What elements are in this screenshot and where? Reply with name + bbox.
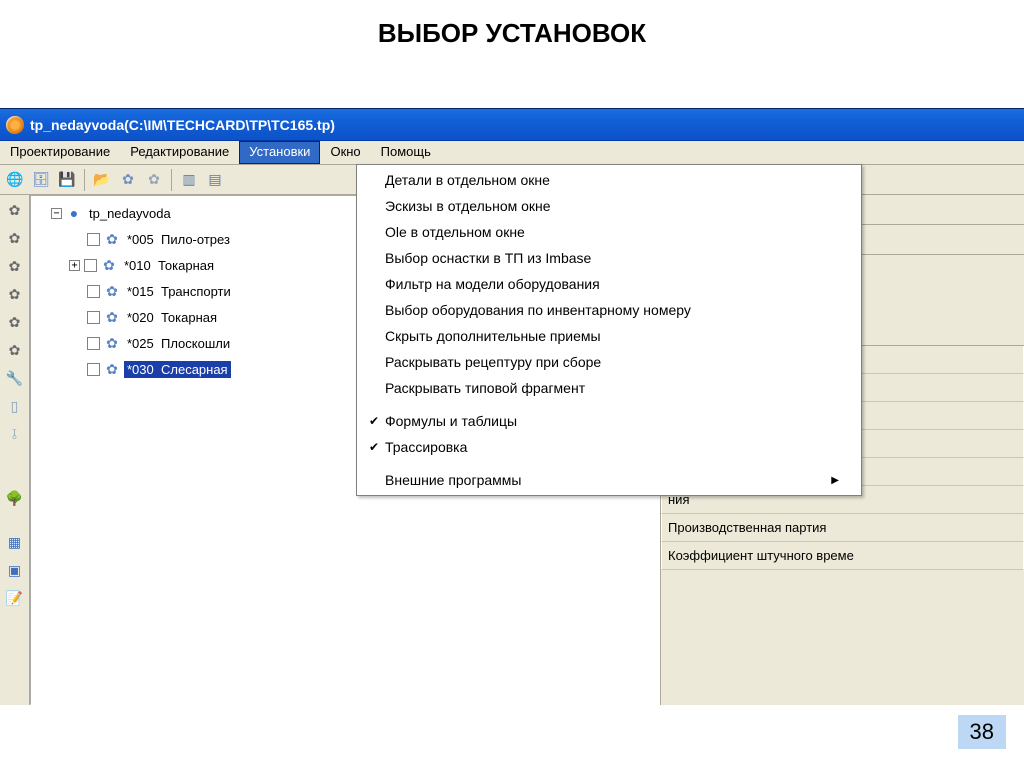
dd-equipment-filter[interactable]: Фильтр на модели оборудования	[357, 271, 861, 297]
tree-item-label[interactable]: *005 Пило-отрез	[124, 231, 233, 248]
tree-item-label-selected[interactable]: *030 Слесарная	[124, 361, 231, 378]
page-number: 38	[958, 715, 1006, 749]
menu-window[interactable]: Окно	[320, 141, 370, 164]
side-spacer	[4, 451, 26, 481]
collapse-icon[interactable]: −	[51, 208, 62, 219]
checkbox[interactable]	[87, 233, 100, 246]
tree-item-label[interactable]: *010 Токарная	[121, 257, 217, 274]
expand-icon[interactable]: +	[69, 260, 80, 271]
dd-sketches-window[interactable]: Эскизы в отдельном окне	[357, 193, 861, 219]
gear-icon: ✿	[104, 335, 120, 351]
dd-hide-extra[interactable]: Скрыть дополнительные приемы	[357, 323, 861, 349]
menu-separator	[359, 404, 859, 405]
slide-title: ВЫБОР УСТАНОВОК	[0, 0, 1024, 79]
side-bars-icon[interactable]: ⫱	[4, 423, 26, 445]
tb-globe-icon[interactable]: 🌐	[4, 169, 26, 191]
side-window-icon[interactable]: ▣	[4, 559, 26, 581]
separator	[171, 169, 172, 191]
gear-icon: ✿	[101, 257, 117, 273]
tb-db-icon[interactable]: 🗄	[30, 169, 52, 191]
side-gear4-icon[interactable]: ✿	[4, 283, 26, 305]
checkbox[interactable]	[87, 311, 100, 324]
side-gear3-icon[interactable]: ✿	[4, 255, 26, 277]
dd-equipment-by-inv[interactable]: Выбор оборудования по инвентарному номер…	[357, 297, 861, 323]
check-icon: ✔	[363, 440, 385, 454]
tb-open-icon[interactable]: 📂	[91, 169, 113, 191]
tb-save-icon[interactable]: 💾	[56, 169, 78, 191]
checkbox[interactable]	[87, 285, 100, 298]
side-grid-icon[interactable]: ▦	[4, 531, 26, 553]
globe-icon: ●	[66, 205, 82, 221]
app-icon	[6, 116, 24, 134]
tb-gear-plus-icon[interactable]: ✿	[143, 169, 165, 191]
side-spacer2	[4, 515, 26, 525]
tb-panel-icon[interactable]: ▥	[178, 169, 200, 191]
menubar: Проектирование Редактирование Установки …	[0, 141, 1024, 165]
dd-trace[interactable]: ✔Трассировка	[357, 434, 861, 460]
dd-expand-fragment[interactable]: Раскрывать типовой фрагмент	[357, 375, 861, 401]
checkbox[interactable]	[84, 259, 97, 272]
side-tool-icon[interactable]: 🔧	[4, 367, 26, 389]
side-gear2-icon[interactable]: ✿	[4, 227, 26, 249]
left-side-toolbar: ✿ ✿ ✿ ✿ ✿ ✿ 🔧 ▯ ⫱ 🌳 ▦ ▣ 📝	[0, 195, 30, 705]
side-tree-icon[interactable]: 🌳	[4, 487, 26, 509]
dd-tooling-imbase[interactable]: Выбор оснастки в ТП из Imbase	[357, 245, 861, 271]
gear-icon: ✿	[104, 309, 120, 325]
dd-details-window[interactable]: Детали в отдельном окне	[357, 167, 861, 193]
gear-icon: ✿	[104, 361, 120, 377]
menu-settings[interactable]: Установки	[239, 141, 320, 164]
side-gear6-icon[interactable]: ✿	[4, 339, 26, 361]
tree-item-label[interactable]: *015 Транспорти	[124, 283, 234, 300]
separator	[84, 169, 85, 191]
tree-item-label[interactable]: *020 Токарная	[124, 309, 220, 326]
tb-gear-extra-icon[interactable]: ✿	[117, 169, 139, 191]
grid-row[interactable]: Производственная партия	[661, 514, 1024, 542]
tree-item-label[interactable]: *025 Плоскошли	[124, 335, 233, 352]
gear-icon: ✿	[104, 231, 120, 247]
settings-dropdown: Детали в отдельном окне Эскизы в отдельн…	[356, 164, 862, 496]
submenu-arrow-icon: ▶	[831, 475, 839, 486]
side-column-icon[interactable]: ▯	[4, 395, 26, 417]
menu-design[interactable]: Проектирование	[0, 141, 120, 164]
grid-row[interactable]: Коэффициент штучного време	[661, 542, 1024, 570]
window-title: tp_nedayvoda(C:\IM\TECHCARD\TP\TC165.tp)	[30, 117, 335, 133]
tree-root-label[interactable]: tp_nedayvoda	[86, 205, 174, 222]
titlebar: tp_nedayvoda(C:\IM\TECHCARD\TP\TC165.tp)	[0, 109, 1024, 141]
gear-icon: ✿	[104, 283, 120, 299]
menu-help[interactable]: Помощь	[371, 141, 441, 164]
side-gear5-icon[interactable]: ✿	[4, 311, 26, 333]
dd-formulas-tables[interactable]: ✔Формулы и таблицы	[357, 408, 861, 434]
side-doc-icon[interactable]: 📝	[4, 587, 26, 609]
side-gear1-icon[interactable]: ✿	[4, 199, 26, 221]
dd-external-programs[interactable]: Внешние программы▶	[357, 467, 861, 493]
menu-edit[interactable]: Редактирование	[120, 141, 239, 164]
check-icon: ✔	[363, 414, 385, 428]
menu-separator	[359, 463, 859, 464]
dd-expand-recipe[interactable]: Раскрывать рецептуру при сборе	[357, 349, 861, 375]
tb-layout-icon[interactable]: ▤	[204, 169, 226, 191]
checkbox[interactable]	[87, 337, 100, 350]
dd-ole-window[interactable]: Ole в отдельном окне	[357, 219, 861, 245]
checkbox[interactable]	[87, 363, 100, 376]
